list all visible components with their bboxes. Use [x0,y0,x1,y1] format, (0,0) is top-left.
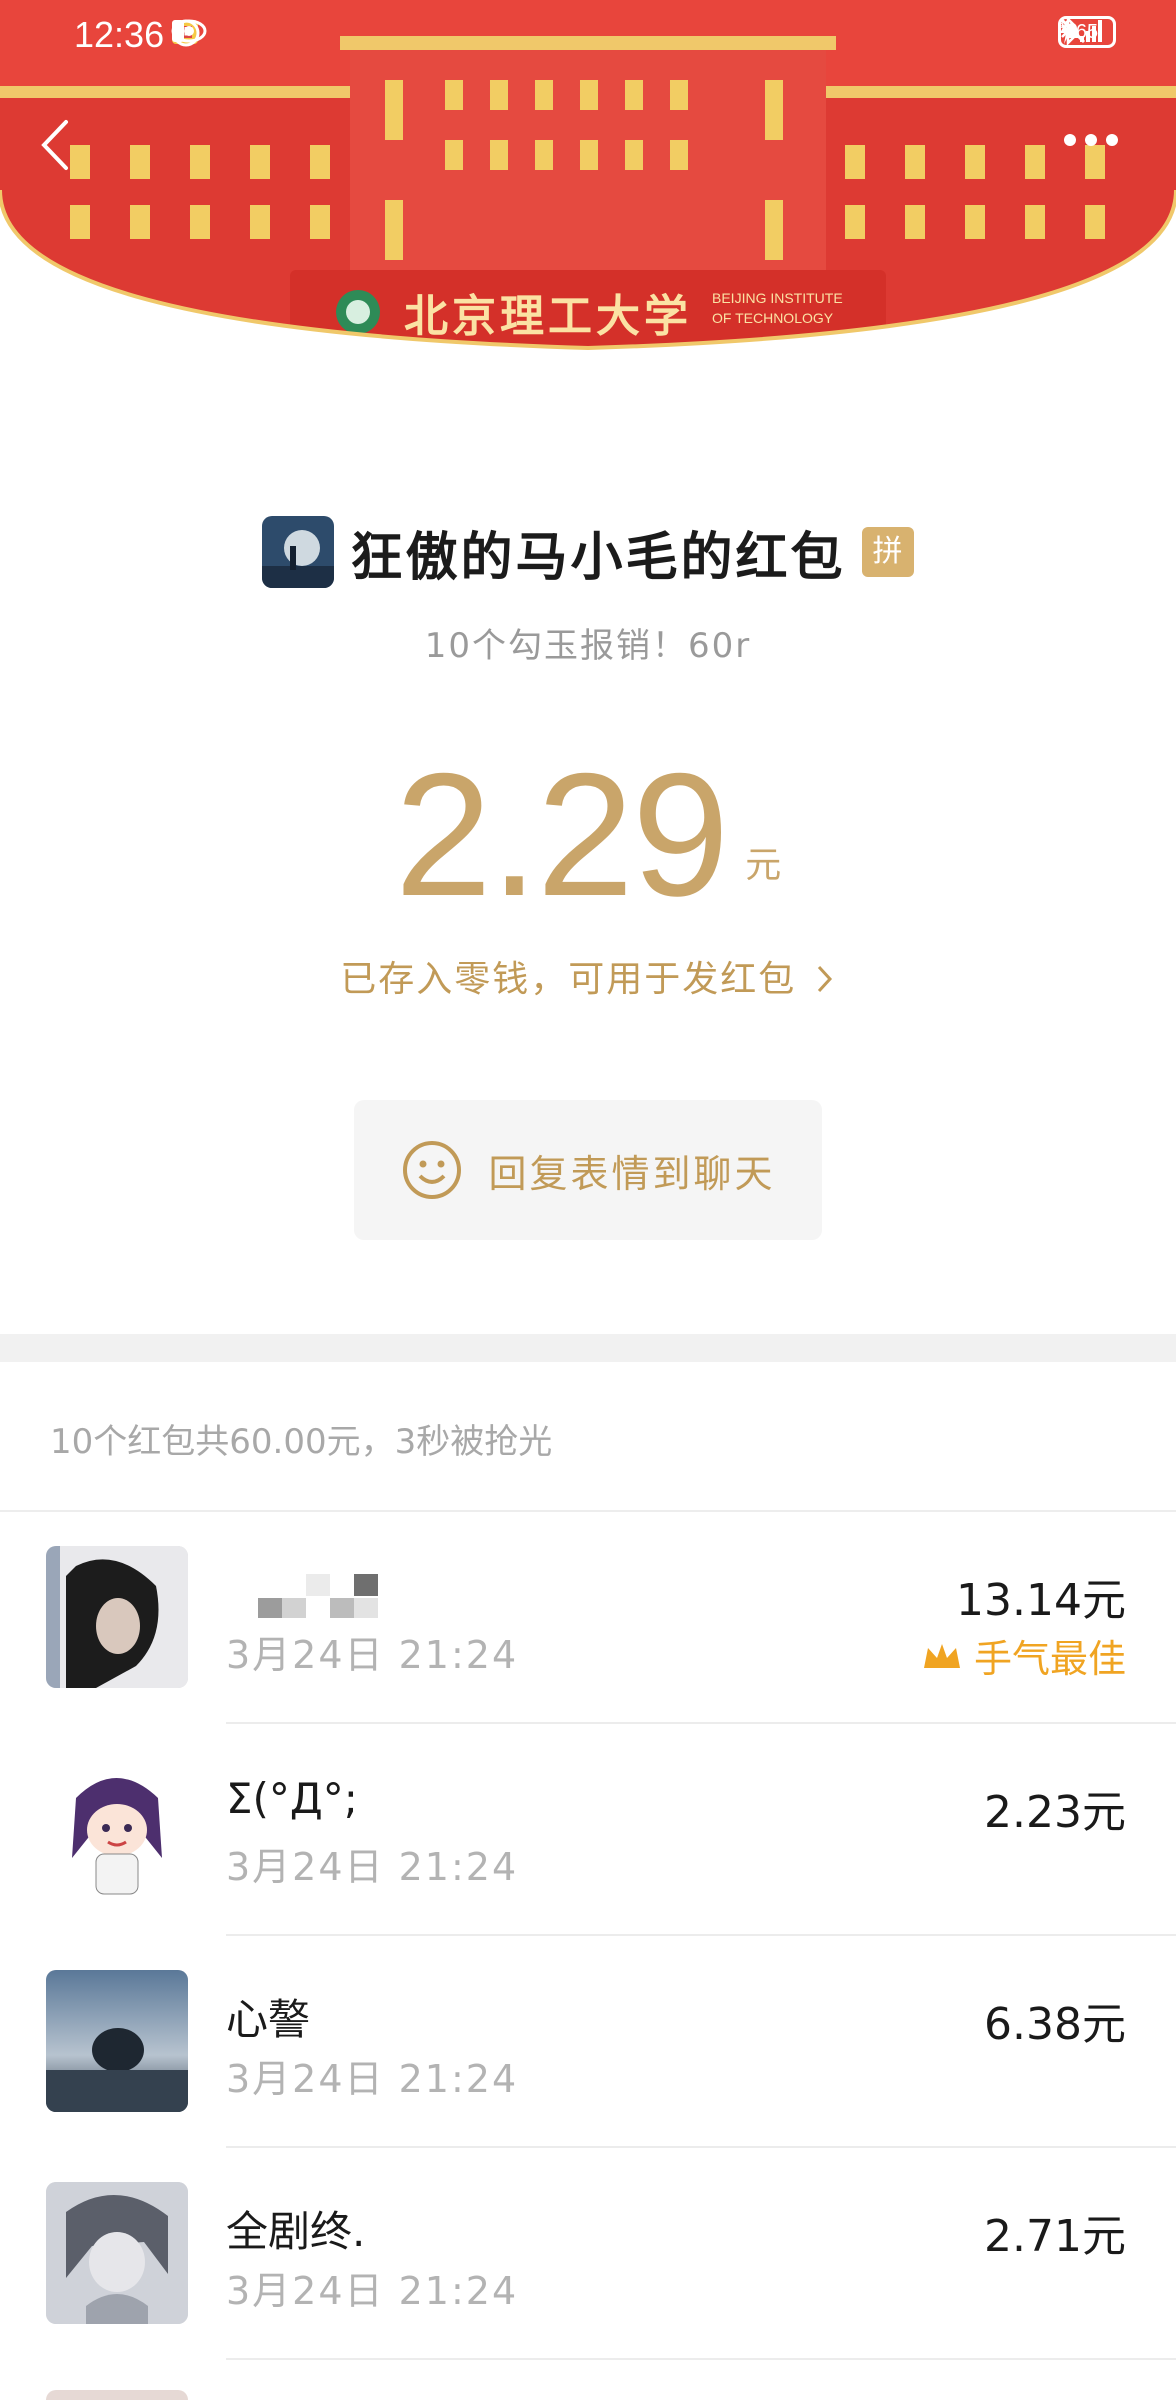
record-name: 心謷 [226,1995,311,2044]
sender-avatar[interactable] [262,516,335,588]
pin-badge: 拼 [861,527,914,577]
avatar [46,1758,188,1900]
banner-school-name: 北京理工大学 [404,291,692,342]
record-item[interactable]: Σ(°Д°; 3月24日 21:24 2.23元 [0,1724,1176,1936]
section-divider [0,1334,1176,1362]
header-banner: 北京理工大学 BEIJING INSTITUTE OF TECHNOLOGY 1… [0,0,1176,360]
record-amount: 6.38元 [984,1999,1126,2050]
avatar [46,1970,188,2112]
record-time: 3月24日 21:24 [226,2057,519,2101]
more-options-button[interactable] [1056,120,1126,160]
status-system-icons: 5G 4G 65 [1058,16,1116,48]
reply-emoji-label: 回复表情到聊天 [488,1151,776,1196]
sender-row: 狂傲的马小毛的红包 拼 [0,514,1176,590]
record-time: 3月24日 21:24 [226,2269,519,2313]
amount-value: 2.29 [394,738,730,933]
charging-icon [1060,18,1072,44]
best-luck-label: 手气最佳 [973,1637,1126,1681]
sender-title: 狂傲的马小毛的红包 [350,526,846,588]
record-item[interactable]: 全剧终. 3月24日 21:24 2.71元 [0,2148,1176,2360]
chevron-right-icon [817,965,832,993]
back-button[interactable] [30,110,80,180]
chevron-left-icon [41,120,68,170]
stored-to-balance-link[interactable]: 已存入零钱，可用于发红包 [0,950,1176,1002]
best-luck-badge: 手气最佳 [920,1628,1126,1683]
reply-emoji-button[interactable]: 回复表情到聊天 [354,1100,822,1240]
status-time: 12:36 [74,14,165,55]
record-time: 3月24日 21:24 [226,1845,519,1889]
record-item[interactable] [0,2360,1176,2400]
blessing-text: 10个勾玉报销！60r [424,626,752,666]
status-bar: 12:36 5G 4G 65 [0,0,1176,72]
amount-unit: 元 [745,845,782,886]
mosaic-name-icon [258,1574,378,1618]
more-dots-icon [1064,134,1118,146]
record-time: 3月24日 21:24 [226,1633,519,1677]
record-name: 全剧终. [226,2207,366,2256]
record-amount: 2.23元 [984,1787,1126,1838]
record-amount: 13.14元 [956,1575,1126,1626]
received-amount: 2.29 元 [0,735,1176,936]
banner-school-english-1: BEIJING INSTITUTE [712,290,843,306]
avatar [46,2390,188,2400]
stored-link-label: 已存入零钱，可用于发红包 [340,959,797,1000]
record-name: Σ(°Д°; [226,1774,358,1823]
avatar [46,1546,188,1688]
record-item[interactable]: 3月24日 21:24 13.14元 手气最佳 [0,1512,1176,1724]
banner-school-english: BEIJING INSTITUTE OF TECHNOLOGY [712,288,843,328]
record-item[interactable]: 心謷 3月24日 21:24 6.38元 [0,1936,1176,2148]
packet-summary: 10个红包共60.00元，3秒被抢光 [50,1422,553,1462]
banner-school-english-2: OF TECHNOLOGY [712,310,834,326]
smiley-icon [403,1141,462,1199]
avatar [46,2182,188,2324]
record-amount: 2.71元 [984,2211,1126,2262]
crown-icon [923,1643,960,1668]
alarm-icon [172,19,200,47]
